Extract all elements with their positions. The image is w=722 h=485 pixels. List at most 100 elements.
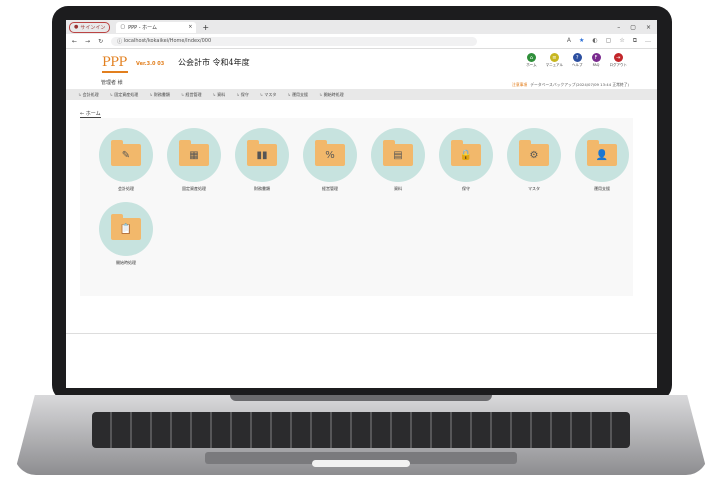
menu-item-8[interactable]: 開始時処理: [319, 92, 344, 98]
folder-icon: 🔒: [451, 140, 481, 166]
version-label: Ver.3.0 03: [136, 61, 165, 67]
tile-circle: ▤: [371, 128, 425, 182]
header-action-label: ホーム: [526, 63, 537, 67]
tile-circle: %: [303, 128, 357, 182]
header-action-0[interactable]: ⌂ ホーム: [526, 53, 537, 68]
header-action-3[interactable]: F FAQ: [591, 53, 601, 68]
header-action-1[interactable]: ≡ マニュアル: [546, 53, 563, 68]
header-action-label: ヘルプ: [572, 63, 583, 67]
profile-icon: ●: [74, 24, 79, 30]
page-icon: ▢: [120, 24, 126, 30]
minimize-icon[interactable]: –: [617, 24, 620, 31]
header-action-icon: ⇥: [613, 53, 623, 62]
read-aloud-icon[interactable]: A: [567, 37, 571, 45]
tile-circle: ▦: [167, 128, 221, 182]
folder-icon: 👤: [587, 140, 617, 166]
folder-icon: ✎: [111, 140, 141, 166]
menu-tile-2[interactable]: ▮▮ 財務書類: [228, 128, 296, 192]
menu-tile-3[interactable]: % 経営管理: [296, 128, 364, 192]
main-menu: 会計処理 固定資産処理 財務書類 経営管理 資料 保守 マスタ 運用支援 開始時処理: [66, 89, 657, 100]
header-action-4[interactable]: ⇥ ログアウト: [609, 53, 628, 68]
browser-tab[interactable]: ▢ PPP - ホーム ×: [116, 21, 197, 33]
menu-item-5[interactable]: 保守: [236, 92, 249, 98]
collections-icon[interactable]: ⧉: [633, 37, 637, 45]
tab-bar: ● サインイン ▢ PPP - ホーム × + – ▢ ×: [66, 20, 657, 34]
tile-circle: ⚙: [507, 128, 561, 182]
tile-label: 保守: [462, 186, 470, 191]
keyboard: [92, 412, 630, 448]
menu-panel: ✎ 会計処理 ▦ 固定資産処理 ▮▮ 財務書類% 経営管理 ▤ 資料 🔒 保守 ⚙ マスタ 👤 運用支援 📋 開…: [80, 118, 633, 296]
menu-tile-6[interactable]: ⚙ マスタ: [500, 128, 568, 192]
forward-icon[interactable]: →: [85, 38, 90, 45]
menu-tile-5[interactable]: 🔒 保守: [432, 128, 500, 192]
extension-icon[interactable]: ◐: [592, 37, 597, 45]
laptop-hinge: [230, 395, 492, 401]
menu-tile-8[interactable]: 📋 開始時処理: [92, 202, 160, 266]
more-icon[interactable]: …: [645, 37, 651, 45]
split-icon[interactable]: ▢: [606, 37, 612, 45]
user-name: 管理者 様: [101, 80, 123, 86]
signin-button[interactable]: ● サインイン: [69, 21, 111, 33]
tile-label: 開始時処理: [116, 260, 136, 265]
logo-underline: [102, 71, 128, 73]
header-actions: ⌂ ホーム ≡ マニュアル? ヘルプ F FAQ ⇥ ログアウト: [526, 53, 627, 68]
back-icon[interactable]: ←: [72, 38, 77, 45]
header-action-icon: F: [591, 53, 601, 62]
tile-label: 資料: [394, 186, 402, 191]
maximize-icon[interactable]: ▢: [630, 24, 636, 31]
tile-circle: 👤: [575, 128, 629, 182]
breadcrumb-home[interactable]: ← ホーム: [80, 110, 101, 118]
header-action-label: マニュアル: [545, 63, 563, 67]
header-action-icon: ⌂: [526, 53, 536, 62]
address-bar-row: ← → ↻ ⓘ localhost/kokaikei/Home/Index/000 …: [66, 34, 657, 49]
organization-title: 公会計市 令和4年度: [178, 58, 250, 67]
folder-icon: 📋: [111, 214, 141, 240]
app-header: PPP Ver.3.0 03 公会計市 令和4年度 管理者 様 ⌂ ホーム ≡ マニュ…: [66, 49, 657, 89]
menu-item-4[interactable]: 資料: [213, 92, 225, 98]
menu-item-6[interactable]: マスタ: [260, 92, 276, 98]
reload-icon[interactable]: ↻: [98, 38, 103, 45]
tile-circle: 📋: [99, 202, 153, 256]
tile-label: 固定資産処理: [182, 186, 206, 191]
tile-circle: ✎: [99, 128, 153, 182]
tile-circle: 🔒: [439, 128, 493, 182]
header-action-label: FAQ: [592, 63, 600, 67]
menu-tile-7[interactable]: 👤 運用支援: [568, 128, 636, 192]
header-action-2[interactable]: ? ヘルプ: [572, 53, 583, 68]
tile-label: 会計処理: [118, 186, 134, 191]
menu-tile-4[interactable]: ▤ 資料: [364, 128, 432, 192]
menu-item-0[interactable]: 会計処理: [78, 92, 99, 98]
url-field[interactable]: ⓘ localhost/kokaikei/Home/Index/000: [111, 36, 478, 46]
folder-icon: %: [315, 140, 345, 166]
info-icon: ⓘ: [117, 38, 124, 45]
menu-item-7[interactable]: 運用支援: [287, 92, 308, 98]
browser-screen: ● サインイン ▢ PPP - ホーム × + – ▢ × ← → ↻ ⓘ localhost…: [66, 20, 657, 388]
logo: PPP: [102, 55, 127, 70]
favorite-star-icon[interactable]: ★: [579, 37, 584, 45]
folder-icon: ⚙: [519, 140, 549, 166]
new-tab-button[interactable]: +: [202, 23, 209, 32]
menu-tile-0[interactable]: ✎ 会計処理: [92, 128, 160, 192]
status-message: 注意事項 データベースバックアップ(2024/07/09 13:44 正常終了): [512, 82, 629, 87]
tile-label: 財務書類: [254, 186, 270, 191]
menu-tile-1[interactable]: ▦ 固定資産処理: [160, 128, 228, 192]
laptop-front-notch: [312, 460, 410, 467]
tile-label: 運用支援: [594, 186, 610, 191]
tile-label: 経営管理: [322, 186, 338, 191]
tile-label: マスタ: [528, 186, 540, 191]
folder-icon: ▮▮: [247, 140, 277, 166]
menu-item-3[interactable]: 経営管理: [181, 92, 202, 98]
folder-icon: ▤: [383, 140, 413, 166]
header-action-icon: ≡: [549, 53, 559, 62]
menu-grid: ✎ 会計処理 ▦ 固定資産処理 ▮▮ 財務書類% 経営管理 ▤ 資料 🔒 保守 ⚙ マスタ 👤 運用支援 📋 開…: [92, 128, 636, 266]
footer-divider: [66, 333, 657, 334]
close-icon[interactable]: ×: [188, 24, 192, 30]
tile-circle: ▮▮: [235, 128, 289, 182]
menu-item-1[interactable]: 固定資産処理: [110, 92, 138, 98]
favorites-icon[interactable]: ☆: [619, 37, 624, 45]
close-window-icon[interactable]: ×: [646, 24, 651, 31]
folder-icon: ▦: [179, 140, 209, 166]
header-action-icon: ?: [572, 53, 582, 62]
menu-item-2[interactable]: 財務書類: [149, 92, 170, 98]
header-action-label: ログアウト: [609, 63, 628, 67]
